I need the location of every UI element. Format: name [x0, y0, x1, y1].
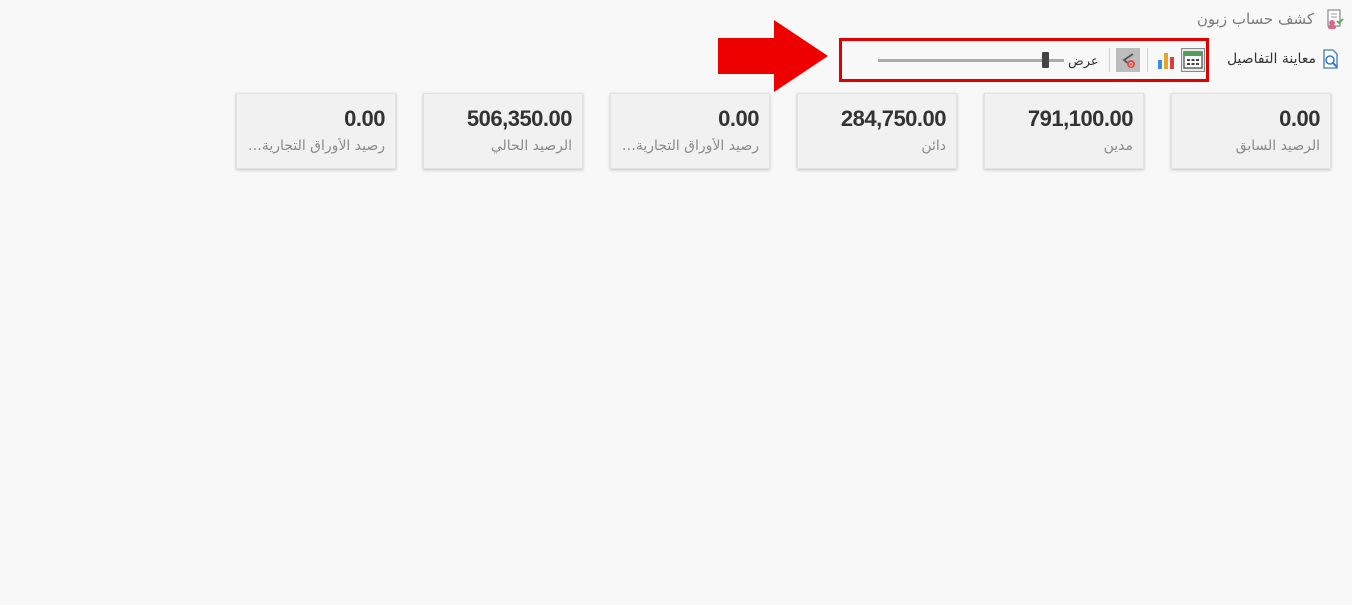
width-slider-thumb[interactable]: [1041, 52, 1049, 68]
page-header: كشف حساب زبون: [1197, 8, 1346, 30]
card-value: 791,100.00: [1027, 106, 1134, 131]
card-label: الرصيد الحالي: [490, 138, 572, 154]
summary-card-previous-balance: 0.00 الرصيد السابق: [1171, 93, 1331, 169]
card-value: 0.00: [1279, 106, 1320, 131]
summary-card-debit: 791,100.00 مدين: [984, 93, 1144, 169]
card-label: رصيد الأوراق التجارية الدائنة: [247, 138, 385, 154]
summary-card-receivable-papers: 0.00 رصيد الأوراق التجارية المدينة: [610, 93, 770, 169]
card-value: 506,350.00: [466, 106, 573, 131]
toolbar-separator: [1147, 48, 1148, 72]
card-value: 0.00: [718, 106, 759, 131]
customer-statement-icon: [1324, 8, 1346, 30]
page-title: كشف حساب زبون: [1196, 10, 1314, 28]
details-preview-label: معاينة التفاصيل: [1226, 51, 1316, 67]
toolbar-separator: [1109, 48, 1110, 72]
width-label: عرض: [1068, 54, 1099, 69]
card-label: دائن: [921, 138, 946, 154]
card-view-icon: [1183, 51, 1203, 69]
card-label: مدين: [1103, 138, 1133, 154]
search-document-icon: [1320, 48, 1342, 70]
card-value: 284,750.00: [840, 106, 947, 131]
card-view-button[interactable]: [1181, 48, 1205, 72]
summary-card-current-balance: 506,350.00 الرصيد الحالي: [423, 93, 583, 169]
bar-chart-icon: [1156, 50, 1176, 70]
summary-card-payable-papers: 0.00 رصيد الأوراق التجارية الدائنة: [236, 93, 396, 169]
details-preview-toggle[interactable]: معاينة التفاصيل: [1227, 48, 1342, 70]
summary-card-credit: 284,750.00 دائن: [797, 93, 957, 169]
reset-icon: 0: [1118, 50, 1138, 70]
width-slider-track[interactable]: [878, 59, 1064, 62]
card-value: 0.00: [344, 106, 385, 131]
chart-view-button[interactable]: [1154, 48, 1178, 72]
card-label: الرصيد السابق: [1235, 138, 1320, 154]
svg-text:0: 0: [1129, 62, 1133, 69]
card-label: رصيد الأوراق التجارية المدينة: [621, 138, 759, 154]
annotation-arrow: [718, 20, 830, 96]
reset-layout-button[interactable]: 0: [1116, 48, 1140, 72]
